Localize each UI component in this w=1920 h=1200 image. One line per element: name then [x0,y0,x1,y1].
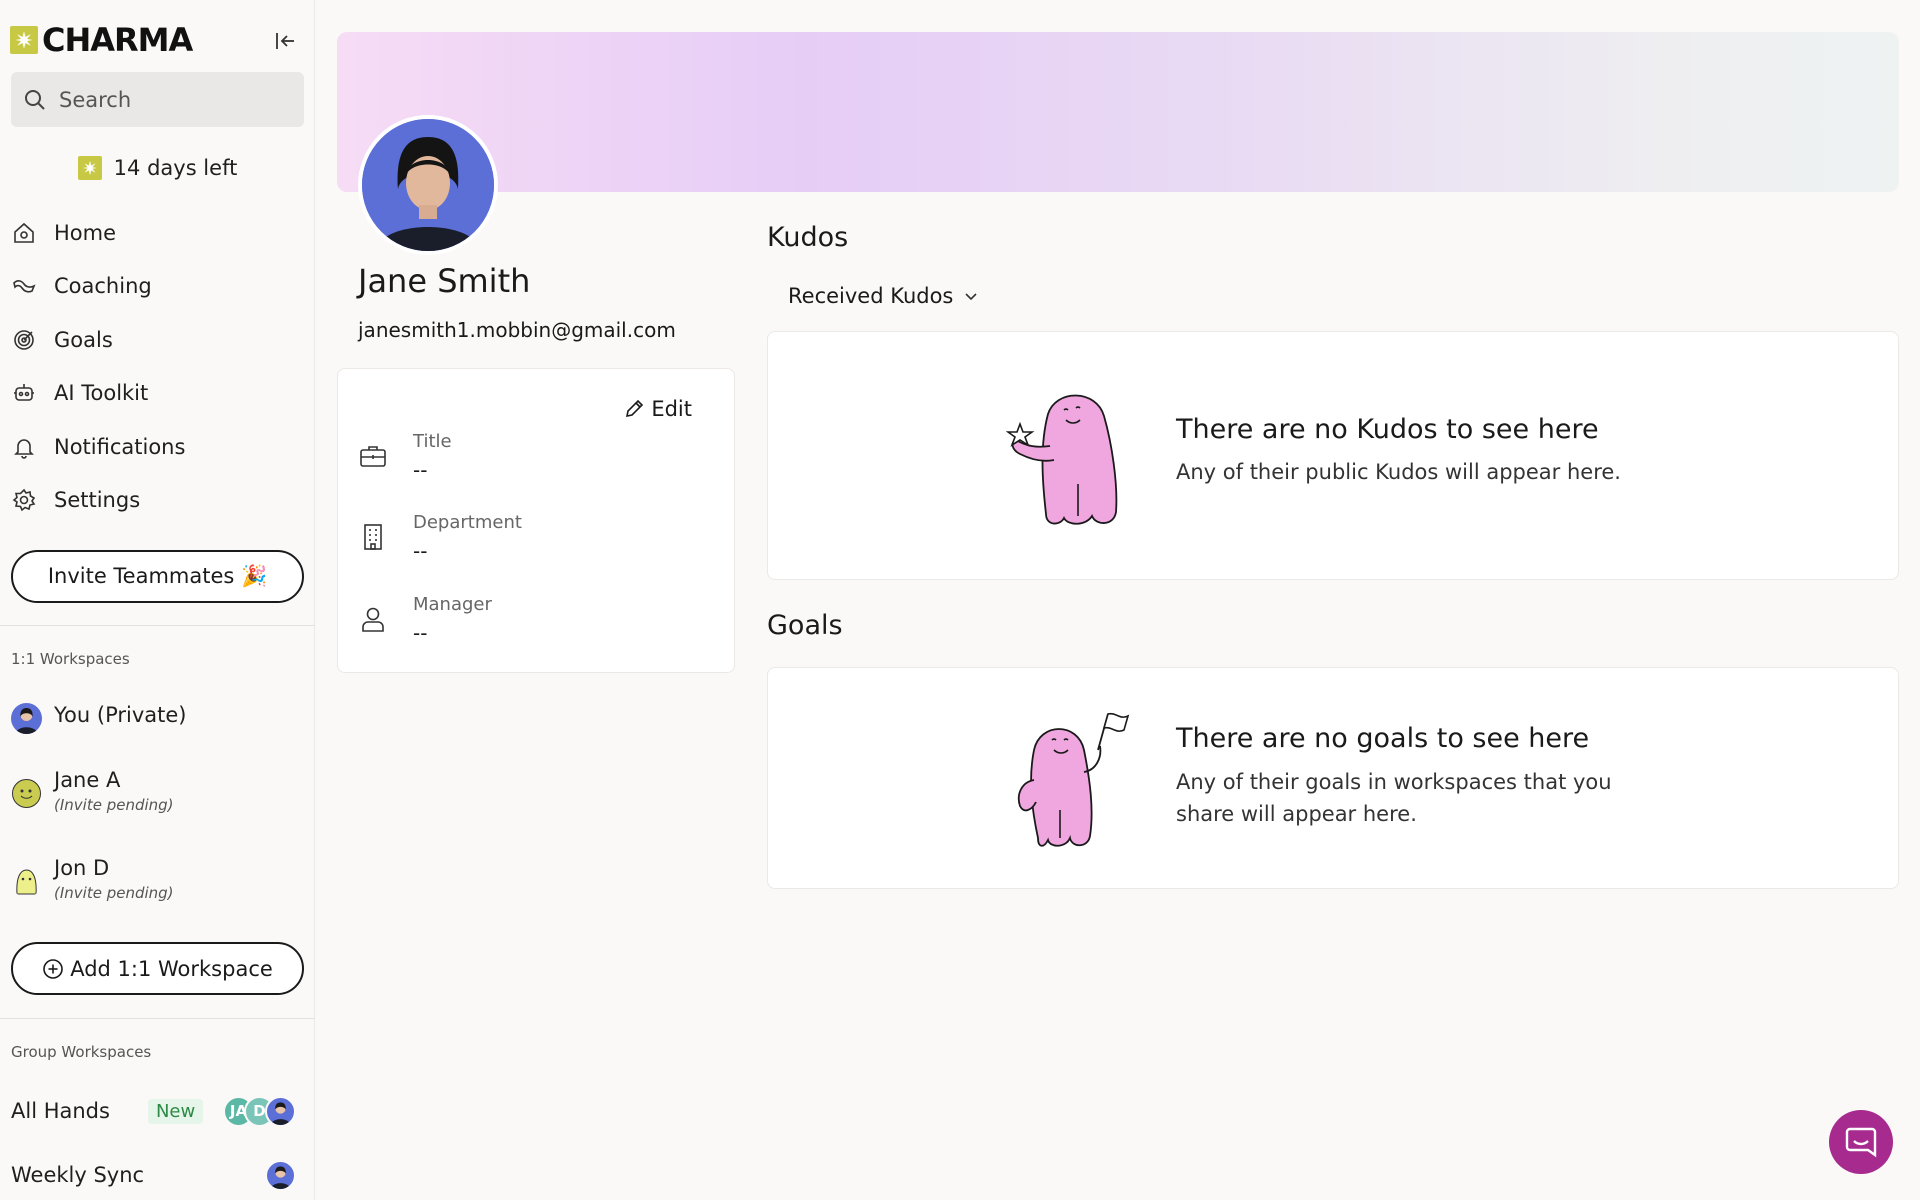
nav-item-ai-toolkit[interactable]: AI Toolkit [0,367,315,421]
charma-logo-icon [10,26,38,54]
avatar [265,1159,296,1191]
goals-blob-illustration-icon [1017,712,1130,847]
brand-name: CHARMA [42,21,193,59]
add-workspace-label: Add 1:1 Workspace [70,956,273,981]
sidebar-divider [0,1018,315,1019]
add-workspace-button[interactable]: Add 1:1 Workspace [11,942,304,995]
avatar [11,703,42,734]
field-title: Title -- [358,431,708,482]
avatar [265,1095,296,1127]
group-item-weekly-sync[interactable]: Weekly Sync [11,1157,296,1193]
plus-circle-icon [43,958,64,979]
nav-label: Settings [54,488,141,513]
edit-profile-button[interactable]: Edit [623,397,692,421]
workspace-item-private[interactable]: You (Private) [11,703,306,734]
kudos-section-title: Kudos [767,222,849,253]
robot-icon [14,384,34,402]
group-name: Weekly Sync [11,1163,145,1187]
nav-item-notifications[interactable]: Notifications [0,420,315,474]
search-box[interactable] [11,72,304,127]
main-nav: Home Coaching Goals AI Toolkit Notificat… [0,206,315,527]
workspace-status: (Invite pending) [54,796,174,814]
profile-name: Jane Smith [358,262,531,300]
field-manager: Manager -- [358,594,708,645]
profile-avatar [358,115,498,255]
gear-icon [12,488,36,512]
workspace-status: (Invite pending) [54,884,174,902]
workspace-item-jane-a[interactable]: Jane A (Invite pending) [11,768,306,814]
bell-icon [14,438,34,459]
workspace-name: You (Private) [54,703,187,727]
home-icon [14,222,34,243]
person-icon [362,607,384,632]
field-label: Manager [413,594,492,615]
collapse-sidebar-button[interactable] [270,26,300,56]
nav-label: Home [54,220,117,245]
search-icon [25,89,45,110]
goals-empty-description: Any of their goals in workspaces that yo… [1176,770,1612,826]
kudos-empty-card: There are no Kudos to see here Any of th… [767,331,1899,580]
profile-banner [337,32,1899,192]
sidebar: CHARMA 14 days left Home Coaching Goals … [0,0,315,1200]
field-value: -- [413,621,428,645]
workspace-item-jon-d[interactable]: Jon D (Invite pending) [11,856,306,902]
field-label: Title [413,431,452,452]
goals-empty-card: There are no goals to see here Any of th… [767,667,1899,889]
field-department: Department -- [358,512,708,563]
brand-row: CHARMA [10,21,300,59]
nav-item-settings[interactable]: Settings [0,474,315,528]
edit-label: Edit [651,397,692,421]
profile-email: janesmith1.mobbin@gmail.com [358,318,676,342]
nav-label: Goals [54,327,113,352]
building-icon [364,524,382,550]
chevron-down-icon [965,293,977,301]
avatar [11,778,42,809]
field-value: -- [413,539,428,563]
one-on-one-section-label: 1:1 Workspaces [11,650,130,668]
nav-item-home[interactable]: Home [0,206,315,260]
field-value: -- [413,458,428,482]
goals-icon [14,329,34,350]
new-badge: New [147,1098,204,1124]
group-item-all-hands[interactable]: All Hands New JA D [11,1093,296,1129]
group-section-label: Group Workspaces [11,1043,152,1061]
pencil-icon [626,399,644,418]
workspace-name: Jane A [54,768,121,792]
nav-item-coaching[interactable]: Coaching [0,260,315,314]
avatar [11,866,42,897]
chat-icon [1845,1127,1877,1158]
coaching-icon [13,280,36,293]
kudos-filter-dropdown[interactable]: Received Kudos [788,284,979,308]
briefcase-icon [360,446,386,467]
goals-section-title: Goals [767,610,843,641]
kudos-blob-illustration-icon [1006,394,1118,525]
collapse-left-icon [276,33,294,49]
trial-indicator[interactable]: 14 days left [0,152,315,184]
workspace-name: Jon D [54,856,110,880]
nav-label: Coaching [54,274,152,299]
profile-info-card: Edit Title -- Department -- Manager -- [337,368,735,673]
member-avatars [265,1159,296,1191]
chat-support-button[interactable] [1829,1110,1893,1174]
charma-mini-logo-icon [77,156,102,180]
group-name: All Hands [11,1099,110,1123]
nav-label: AI Toolkit [54,381,149,406]
search-input[interactable] [59,87,289,112]
trial-text: 14 days left [113,156,238,180]
kudos-filter-label: Received Kudos [788,284,954,308]
nav-label: Notifications [54,434,186,459]
kudos-empty-title: There are no Kudos to see here [1176,414,1599,445]
field-label: Department [413,512,522,533]
kudos-empty-description: Any of their public Kudos will appear he… [1176,460,1621,484]
nav-item-goals[interactable]: Goals [0,313,315,367]
invite-teammates-button[interactable]: Invite Teammates 🎉 [11,550,304,603]
member-avatars: JA D [223,1095,296,1127]
goals-empty-title: There are no goals to see here [1176,723,1590,754]
sidebar-divider [0,625,315,626]
